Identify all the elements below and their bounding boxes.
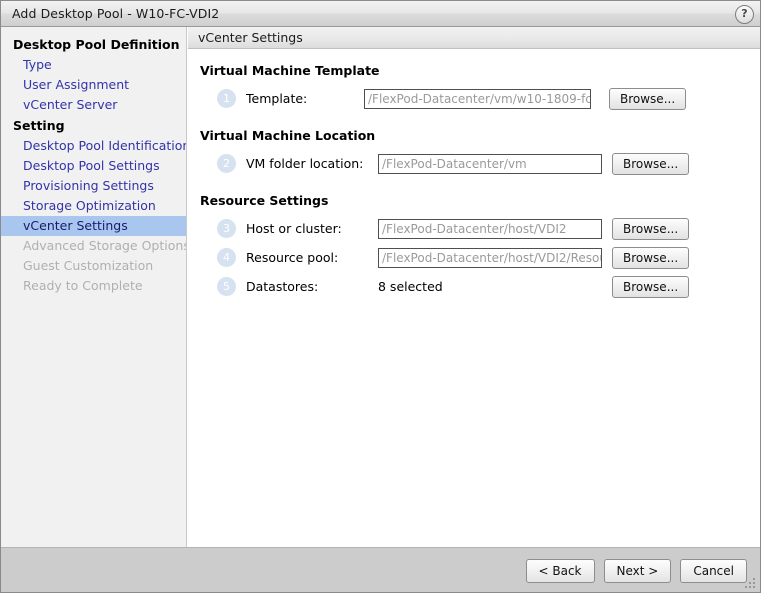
back-button[interactable]: < Back — [525, 559, 595, 583]
sidebar-item-user-assignment[interactable]: User Assignment — [1, 75, 186, 95]
sidebar-item-vcenter-server[interactable]: vCenter Server — [1, 95, 186, 115]
sidebar-item-provisioning-settings[interactable]: Provisioning Settings — [1, 176, 186, 196]
group-title-resource-settings: Resource Settings — [200, 193, 329, 208]
label-datastores: Datastores: — [246, 279, 319, 294]
vm-folder-location-input[interactable]: /FlexPod-Datacenter/vm — [378, 153, 602, 174]
label-vm-folder-location: VM folder location: — [246, 156, 364, 171]
group-title-virtual-machine-location: Virtual Machine Location — [200, 128, 376, 143]
sidebar-item-ready-to-complete: Ready to Complete — [23, 278, 143, 293]
sidebar-item-vcenter-settings[interactable]: vCenter Settings — [1, 216, 186, 236]
sidebar-section-setting: Setting — [13, 118, 65, 133]
host-or-cluster-input[interactable]: /FlexPod-Datacenter/host/VDI2 — [378, 218, 602, 239]
sidebar-item-type[interactable]: Type — [1, 55, 186, 75]
dialog-title: Add Desktop Pool - W10-FC-VDI2 — [12, 6, 220, 21]
step-number-4: 4 — [217, 248, 236, 267]
wizard-step-sidebar: Desktop Pool Definition Type User Assign… — [1, 27, 187, 547]
dialog-titlebar: Add Desktop Pool - W10-FC-VDI2 ? — [1, 1, 760, 27]
browse-resource-pool-button[interactable]: Browse... — [612, 246, 690, 269]
field-row-datastores: 5 Datastores: 8 selected Browse... — [188, 272, 760, 301]
field-row-template: 1 Template: /FlexPod-Datacenter/vm/w10-1… — [188, 84, 760, 113]
content-header-title: vCenter Settings — [188, 27, 760, 49]
step-number-5: 5 — [217, 277, 236, 296]
content-body: Virtual Machine Template 1 Template: /Fl… — [188, 49, 760, 301]
browse-template-button[interactable]: Browse... — [609, 87, 687, 110]
group-title-virtual-machine-template: Virtual Machine Template — [200, 63, 380, 78]
step-number-2: 2 — [217, 154, 236, 173]
content-pane: vCenter Settings Virtual Machine Templat… — [188, 27, 760, 547]
sidebar-item-desktop-pool-identification[interactable]: Desktop Pool Identification — [1, 136, 186, 156]
field-row-host-or-cluster: 3 Host or cluster: /FlexPod-Datacenter/h… — [188, 214, 760, 243]
sidebar-item-desktop-pool-settings[interactable]: Desktop Pool Settings — [1, 156, 186, 176]
cancel-button[interactable]: Cancel — [680, 559, 747, 583]
sidebar-section-desktop-pool-definition: Desktop Pool Definition — [13, 37, 180, 52]
sidebar-item-storage-optimization[interactable]: Storage Optimization — [1, 196, 186, 216]
browse-vm-folder-location-button[interactable]: Browse... — [612, 152, 690, 175]
footer-button-group: < Back Next > Cancel — [525, 559, 747, 583]
resource-pool-input[interactable]: /FlexPod-Datacenter/host/VDI2/Resou — [378, 247, 602, 268]
browse-host-or-cluster-button[interactable]: Browse... — [612, 217, 690, 240]
help-icon[interactable]: ? — [735, 5, 754, 24]
add-desktop-pool-dialog: Add Desktop Pool - W10-FC-VDI2 ? Desktop… — [0, 0, 761, 593]
label-template: Template: — [246, 91, 308, 106]
field-row-resource-pool: 4 Resource pool: /FlexPod-Datacenter/hos… — [188, 243, 760, 272]
browse-datastores-button[interactable]: Browse... — [612, 275, 690, 298]
step-number-1: 1 — [217, 89, 236, 108]
sidebar-item-advanced-storage-options: Advanced Storage Options — [23, 238, 187, 253]
datastores-selected-count: 8 selected — [378, 279, 443, 294]
label-resource-pool: Resource pool: — [246, 250, 339, 265]
template-input[interactable]: /FlexPod-Datacenter/vm/w10-1809-fc- — [364, 88, 591, 109]
label-host-or-cluster: Host or cluster: — [246, 221, 342, 236]
step-number-3: 3 — [217, 219, 236, 238]
sidebar-item-guest-customization: Guest Customization — [23, 258, 154, 273]
resize-grip[interactable] — [745, 578, 757, 590]
field-row-vm-folder-location: 2 VM folder location: /FlexPod-Datacente… — [188, 149, 760, 178]
next-button[interactable]: Next > — [603, 559, 672, 583]
dialog-footer: < Back Next > Cancel — [1, 547, 760, 592]
